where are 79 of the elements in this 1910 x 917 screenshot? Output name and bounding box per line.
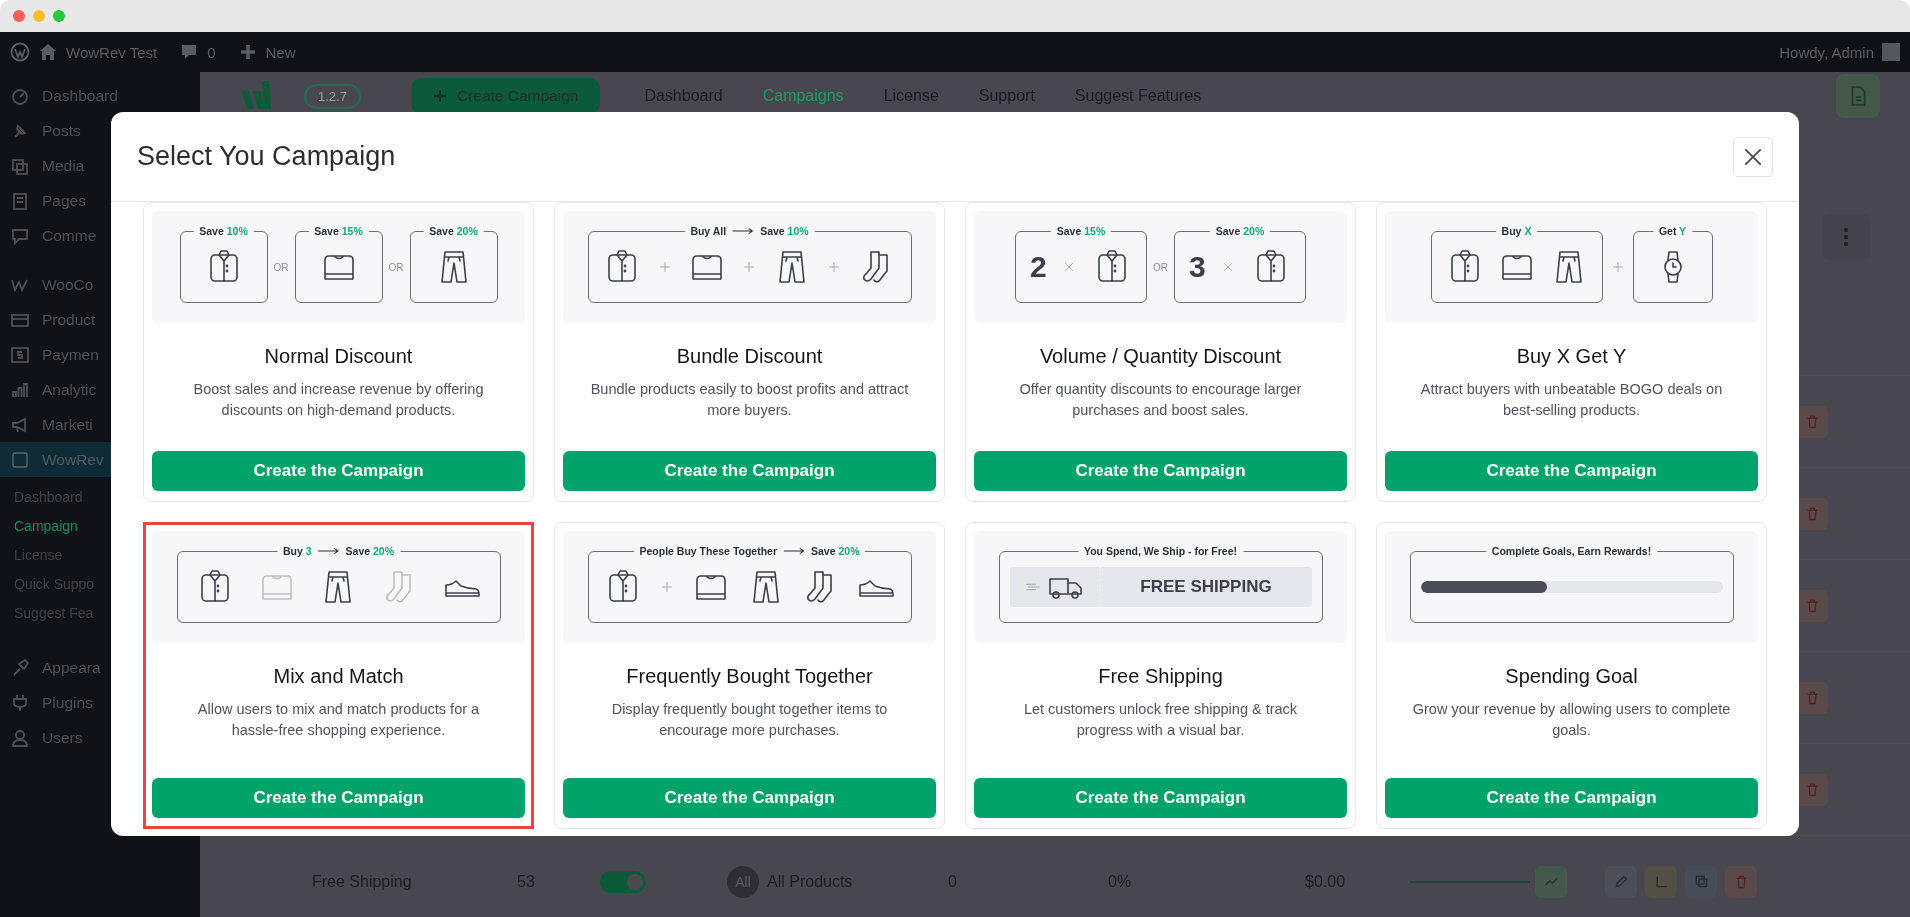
campaign-title: Normal Discount bbox=[264, 345, 413, 368]
offer-caption: Save 20% bbox=[1215, 224, 1265, 238]
arrow-icon bbox=[317, 547, 340, 555]
offer-caption: Get Y bbox=[1658, 224, 1687, 238]
home-icon bbox=[38, 42, 58, 62]
minimize-window-button[interactable] bbox=[33, 10, 45, 22]
or-label: OR bbox=[273, 261, 289, 273]
nav-tab[interactable]: Campaigns bbox=[762, 87, 844, 105]
copy-button[interactable] bbox=[1685, 865, 1717, 898]
offer-caption: Save 15% bbox=[314, 224, 363, 238]
campaign-title: Volume / Quantity Discount bbox=[1039, 345, 1282, 368]
pencil-icon bbox=[1612, 873, 1630, 890]
campaign-card[interactable]: Buy 3 Save 20% Mix and Match Allow users to mix and match products for a hassle-free shopping experience. Create the Campaign bbox=[143, 522, 534, 829]
create-campaign-button[interactable]: Create the Campaign bbox=[152, 451, 525, 491]
create-campaign-button[interactable]: Create the Campaign bbox=[563, 451, 936, 491]
maximize-window-button[interactable] bbox=[53, 10, 65, 22]
campaign-card[interactable]: People Buy These Together Save 20% Frequently Bought Together Display frequently bought together items to encourage more purchases. Create the Campaign bbox=[554, 522, 945, 829]
comment-count[interactable]: 0 bbox=[207, 43, 216, 61]
offer-caption: Save 15% bbox=[1056, 224, 1106, 238]
campaign-title: Free Shipping bbox=[1098, 665, 1223, 688]
user-avatar[interactable] bbox=[1882, 43, 1900, 61]
or-label: OR bbox=[1153, 261, 1168, 273]
campaign-title: Spending Goal bbox=[1505, 665, 1638, 688]
campaign-title: Buy X Get Y bbox=[1516, 345, 1627, 368]
greeting-link[interactable]: Howdy, Admin bbox=[1779, 43, 1874, 61]
or-label: OR bbox=[388, 261, 404, 273]
campaign-description: Attract buyers with unbeatable BOGO deals on best-selling products. bbox=[1419, 380, 1724, 420]
sidebar-item[interactable]: Dashboard bbox=[0, 78, 200, 113]
campaign-description: Let customers unlock free shipping & track progress with a visual bar. bbox=[1022, 700, 1299, 740]
offer-caption: Buy X bbox=[1501, 224, 1532, 238]
create-campaign-button[interactable]: Create the Campaign bbox=[563, 778, 936, 818]
more-options-button[interactable] bbox=[1822, 214, 1870, 260]
banner-text: FREE SHIPPING bbox=[1139, 577, 1273, 597]
wordpress-logo-icon[interactable] bbox=[10, 42, 30, 62]
offer-caption: Buy 3 bbox=[282, 544, 312, 558]
create-campaign-button[interactable]: Create the Campaign bbox=[974, 451, 1347, 491]
campaign-description: Offer quantity discounts to encourage larger purchases and boost sales. bbox=[1018, 380, 1303, 420]
new-link[interactable]: New bbox=[265, 43, 296, 61]
campaign-description: Grow your revenue by allowing users to complete goals. bbox=[1411, 700, 1732, 740]
close-button[interactable] bbox=[1733, 136, 1773, 177]
site-name-link[interactable]: WowRev Test bbox=[66, 43, 158, 61]
campaign-card[interactable]: Complete Goals, Earn Rewards! Spending Goal Grow your revenue by allowing users to complete goals. Create the Campaign bbox=[1376, 522, 1767, 829]
offer-caption: Save 20% bbox=[345, 544, 395, 558]
close-window-button[interactable] bbox=[13, 10, 25, 22]
edit-button[interactable] bbox=[1605, 865, 1637, 898]
offer-caption: Complete Goals, Earn Rewards! bbox=[1491, 544, 1652, 558]
dialog-title: Select You Campaign bbox=[137, 141, 396, 172]
kebab-menu-icon bbox=[1843, 227, 1849, 247]
create-campaign-button[interactable]: Create the Campaign bbox=[1385, 451, 1758, 491]
quantity-number: 2 bbox=[1029, 250, 1047, 284]
campaign-card[interactable]: You Spend, We Ship - for Free! FREE SHIPPING Free Shipping Let customers unlock free shipping & track progress with a visual bar. Create the Campaign bbox=[965, 522, 1356, 829]
campaign-description: Bundle products easily to boost profits and attract more buyers. bbox=[589, 380, 910, 420]
campaign-title: Mix and Match bbox=[273, 665, 404, 688]
toggle-switch[interactable] bbox=[600, 870, 646, 893]
campaign-card[interactable]: Buy All Save 10% Bundle Discount Bundle products easily to boost profits and attract more buyers. Create the Campaign bbox=[554, 202, 945, 502]
create-campaign-button[interactable]: Create the Campaign bbox=[1385, 778, 1758, 818]
quantity-number: 3 bbox=[1188, 250, 1206, 284]
campaign-title: Bundle Discount bbox=[676, 345, 823, 368]
chart-button[interactable] bbox=[1535, 865, 1567, 898]
campaign-title: Frequently Bought Together bbox=[626, 665, 873, 688]
offer-caption: You Spend, We Ship - for Free! bbox=[1084, 544, 1237, 558]
create-campaign-button[interactable]: Create the Campaign bbox=[974, 778, 1347, 818]
create-campaign-button[interactable]: Create the Campaign bbox=[152, 778, 525, 818]
campaign-card[interactable]: Buy X Get Y Buy X Get Y Attract buyers with unbeatable BOGO deals on best-selling products. Create the Campaign bbox=[1376, 202, 1767, 502]
offer-caption: Save 10% bbox=[199, 224, 248, 238]
campaign-card[interactable]: Save 15% 2 OR Save 20% 3 Volume / Quantity Discount Offer quantity discounts to encourage larger purchases and boost sales. Create the Campaign bbox=[965, 202, 1356, 502]
campaign-card[interactable]: Save 10% OR Save 15% OR Save 20% Normal Discount Boost sales and increase revenue by offering discounts on high-demand products. Create the Campaign bbox=[143, 202, 534, 502]
arrow-icon bbox=[783, 547, 805, 555]
offer-caption: People Buy These Together bbox=[639, 544, 777, 558]
campaign-description: Display frequently bought together items to encourage more purchases. bbox=[610, 700, 889, 740]
offer-caption: Save 20% bbox=[429, 224, 478, 238]
document-button[interactable] bbox=[1836, 74, 1880, 118]
version-badge: 1.2.7 bbox=[304, 83, 361, 109]
plus-icon bbox=[432, 89, 447, 103]
arrow-icon bbox=[732, 227, 755, 235]
analytics-button[interactable] bbox=[1645, 865, 1677, 898]
offer-caption: Save 20% bbox=[811, 544, 860, 558]
offer-caption: Save 10% bbox=[760, 224, 809, 238]
offer-caption: Buy All bbox=[690, 224, 727, 238]
